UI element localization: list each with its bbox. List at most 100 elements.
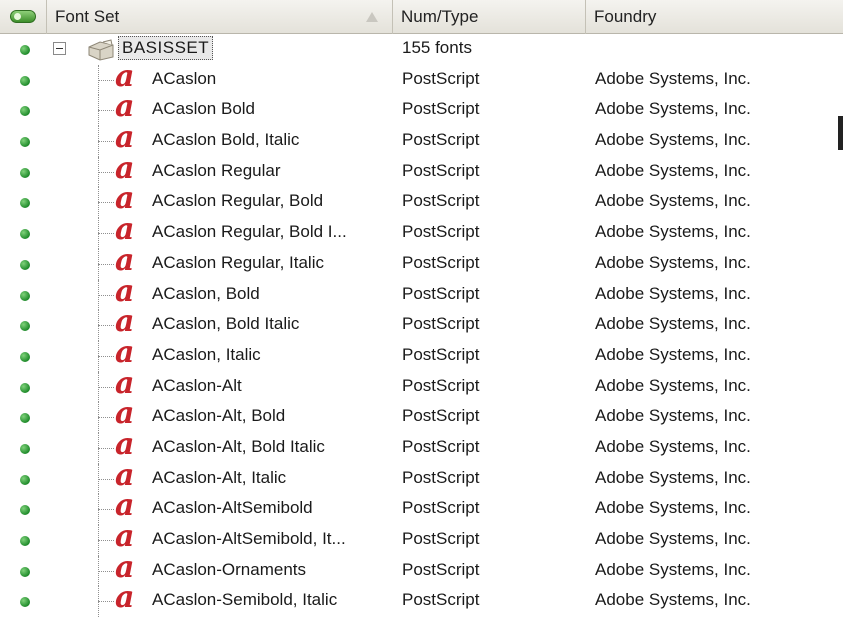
status-active-icon[interactable]: [20, 106, 30, 117]
scrollbar-edge[interactable]: [838, 116, 843, 150]
font-foundry: Adobe Systems, Inc.: [595, 191, 751, 211]
font-foundry: Adobe Systems, Inc.: [595, 68, 751, 88]
status-active-icon[interactable]: [20, 413, 30, 424]
font-type: PostScript: [402, 68, 480, 88]
postscript-font-icon: a: [115, 488, 135, 524]
tree-branch: [98, 110, 114, 112]
postscript-font-icon: a: [115, 304, 135, 340]
font-name: ACaslon, Bold: [152, 283, 260, 303]
postscript-font-icon: a: [115, 120, 135, 156]
column-header-num-type-label: Num/Type: [401, 7, 479, 26]
status-active-icon[interactable]: [20, 382, 30, 393]
font-foundry: Adobe Systems, Inc.: [595, 375, 751, 395]
column-header-status[interactable]: [0, 0, 47, 34]
postscript-font-icon: a: [115, 365, 135, 401]
sort-ascending-icon[interactable]: [366, 12, 378, 22]
status-active-icon[interactable]: [20, 351, 30, 362]
status-active-icon[interactable]: [20, 443, 30, 454]
column-header-font-set-label: Font Set: [55, 7, 120, 26]
font-set-icon: [88, 39, 114, 61]
postscript-font-icon: a: [115, 519, 135, 554]
font-foundry: Adobe Systems, Inc.: [595, 99, 751, 119]
status-active-icon[interactable]: [20, 321, 30, 332]
column-header-foundry[interactable]: Foundry: [586, 0, 843, 34]
font-type: PostScript: [402, 252, 480, 272]
status-active-icon[interactable]: [20, 229, 30, 240]
status-active-icon[interactable]: [20, 259, 30, 270]
column-header-foundry-label: Foundry: [594, 7, 657, 26]
status-active-icon[interactable]: [20, 75, 30, 86]
font-type: PostScript: [402, 406, 480, 426]
status-active-icon[interactable]: [20, 198, 30, 209]
status-active-icon[interactable]: [20, 505, 30, 516]
font-type: PostScript: [402, 160, 480, 180]
tree-branch: [98, 540, 114, 541]
column-header-num-type[interactable]: Num/Type: [393, 0, 586, 34]
postscript-font-icon: a: [115, 334, 135, 370]
font-name: ACaslon-AltSemibold: [152, 498, 313, 518]
font-type: PostScript: [402, 559, 480, 579]
tree-branch: [98, 447, 114, 449]
postscript-font-icon: a: [115, 242, 135, 278]
status-active-icon[interactable]: [20, 137, 30, 148]
font-foundry: Adobe Systems, Inc.: [595, 529, 751, 548]
font-row[interactable]: a ACaslon-Semibold, Italic PostScript Adobe…: [0, 580, 843, 618]
font-name: ACaslon-Ornaments: [152, 559, 307, 579]
tree-branch: [98, 141, 114, 143]
font-type: PostScript: [402, 436, 480, 456]
font-type: PostScript: [402, 344, 480, 364]
status-active-icon[interactable]: [20, 167, 30, 178]
font-name: ACaslon-Alt: [152, 375, 242, 395]
font-type: PostScript: [402, 99, 480, 119]
postscript-font-icon: a: [115, 426, 135, 462]
font-type: PostScript: [402, 130, 480, 150]
font-foundry: Adobe Systems, Inc.: [595, 590, 751, 610]
status-active-icon[interactable]: [20, 45, 30, 55]
font-foundry: Adobe Systems, Inc.: [595, 252, 751, 272]
tree-branch: [98, 417, 114, 419]
font-name: ACaslon Regular: [152, 160, 281, 180]
font-type: PostScript: [402, 529, 480, 548]
status-active-icon[interactable]: [20, 474, 30, 485]
postscript-font-icon: a: [115, 273, 135, 309]
font-name: ACaslon-Alt, Bold: [152, 406, 286, 426]
font-foundry: Adobe Systems, Inc.: [595, 160, 751, 180]
tree-branch: [98, 233, 114, 235]
collapse-icon[interactable]: [53, 42, 66, 55]
font-foundry: Adobe Systems, Inc.: [595, 130, 751, 150]
status-active-icon[interactable]: [20, 597, 30, 608]
column-header-font-set[interactable]: Font Set: [47, 0, 393, 34]
status-active-icon[interactable]: [20, 536, 30, 546]
font-type: PostScript: [402, 375, 480, 395]
font-name: ACaslon-AltSemibold, It...: [152, 529, 346, 548]
font-set-name[interactable]: BASISSET: [118, 36, 214, 60]
tree-branch: [98, 355, 114, 357]
font-type: PostScript: [402, 283, 480, 303]
tree-branch: [98, 478, 114, 480]
postscript-font-icon: a: [115, 58, 135, 94]
tree-branch: [98, 202, 114, 204]
column-header-bar: Font Set Num/Type Foundry: [0, 0, 843, 34]
font-foundry: Adobe Systems, Inc.: [595, 222, 751, 242]
font-foundry: Adobe Systems, Inc.: [595, 406, 751, 426]
font-foundry: Adobe Systems, Inc.: [595, 559, 751, 579]
font-foundry: Adobe Systems, Inc.: [595, 436, 751, 456]
font-name: ACaslon Bold: [152, 99, 256, 119]
font-tree: BASISSET 155 fonts a ACaslon PostScript Ado…: [0, 34, 843, 618]
tree-branch: [98, 79, 114, 81]
font-type: PostScript: [402, 590, 480, 610]
font-type: PostScript: [402, 191, 480, 211]
tree-branch: [98, 171, 114, 173]
font-set-count: 155 fonts: [402, 38, 472, 57]
status-active-icon[interactable]: [20, 290, 30, 301]
font-foundry: Adobe Systems, Inc.: [595, 344, 751, 364]
font-name: ACaslon Regular, Bold I...: [152, 222, 347, 242]
tree-branch: [98, 509, 114, 511]
postscript-font-icon: a: [115, 580, 135, 616]
font-name: ACaslon Bold, Italic: [152, 130, 300, 150]
tree-branch: [98, 601, 114, 603]
postscript-font-icon: a: [115, 457, 135, 493]
font-type: PostScript: [402, 314, 480, 334]
status-active-icon[interactable]: [20, 566, 30, 577]
tree-branch: [98, 294, 114, 296]
